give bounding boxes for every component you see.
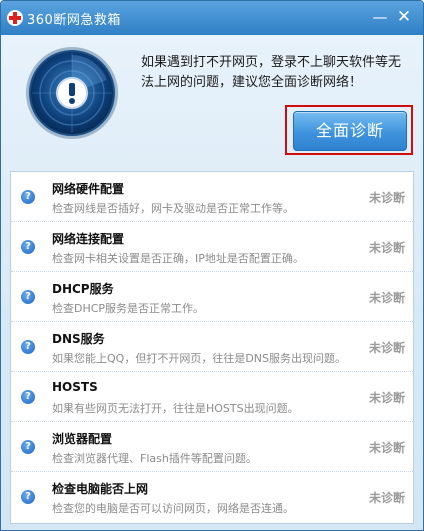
item-title: DNS服务 <box>52 332 105 346</box>
item-title: 网络连接配置 <box>52 232 125 246</box>
item-description: 检查浏览器代理、Flash插件等配置问题。 <box>52 452 257 465</box>
question-mark-icon: ? <box>21 440 35 454</box>
item-description: 如果有些网页无法打开，往往是HOSTS出现问题。 <box>52 402 299 415</box>
item-description: 如果您能上QQ，但打不开网页，往往是DNS服务出现问题。 <box>52 352 346 365</box>
app-window: 360断网急救箱 — ✕ 如果遇到打不开网页，登录不上聊天软件等无法上网的问题，… <box>0 0 424 531</box>
title-bar[interactable]: 360断网急救箱 — ✕ <box>1 1 423 35</box>
window-title: 360断网急救箱 <box>27 12 121 28</box>
list-item[interactable]: ? 浏览器配置 检查浏览器代理、Flash插件等配置问题。 未诊断 <box>11 422 413 472</box>
item-status: 未诊断 <box>368 341 405 355</box>
item-status: 未诊断 <box>368 391 405 405</box>
item-title: 网络硬件配置 <box>52 182 125 196</box>
question-mark-icon: ? <box>21 340 35 354</box>
red-cross-icon <box>7 10 23 26</box>
minimize-button[interactable]: — <box>371 8 389 26</box>
list-item[interactable]: ? DNS服务 如果您能上QQ，但打不开网页，往往是DNS服务出现问题。 未诊断 <box>11 322 413 372</box>
question-mark-icon: ? <box>21 490 35 504</box>
item-description: 检查网卡相关设置是否正确，IP地址是否配置正确。 <box>52 252 304 265</box>
item-status: 未诊断 <box>368 491 405 505</box>
full-diagnosis-button[interactable]: 全面诊断 <box>293 111 407 151</box>
item-title: 检查电脑能否上网 <box>52 482 149 496</box>
diagnosis-prompt: 如果遇到打不开网页，登录不上聊天软件等无法上网的问题，建议您全面诊断网络！ <box>141 55 402 90</box>
list-item[interactable]: ? 网络硬件配置 检查网线是否插好，网卡及驱动是否正常工作等。 未诊断 <box>11 172 413 222</box>
item-title: 浏览器配置 <box>52 432 113 446</box>
list-item[interactable]: ? HOSTS 如果有些网页无法打开，往往是HOSTS出现问题。 未诊断 <box>11 372 413 422</box>
item-status: 未诊断 <box>368 291 405 305</box>
question-mark-icon: ? <box>21 290 35 304</box>
question-mark-icon: ? <box>21 390 35 404</box>
item-description: 检查您的电脑是否可以访问网页，网络是否连通。 <box>52 502 294 515</box>
question-mark-icon: ? <box>21 240 35 254</box>
question-mark-icon: ? <box>21 190 35 204</box>
radar-alert-icon <box>26 47 118 139</box>
item-status: 未诊断 <box>368 191 405 205</box>
item-description: 检查DHCP服务是否正常工作。 <box>52 302 205 315</box>
list-item[interactable]: ? 检查电脑能否上网 检查您的电脑是否可以访问网页，网络是否连通。 未诊断 <box>11 472 413 522</box>
item-description: 检查网线是否插好，网卡及驱动是否正常工作等。 <box>52 202 294 215</box>
item-status: 未诊断 <box>368 441 405 455</box>
close-button[interactable]: ✕ <box>395 8 413 26</box>
item-title: DHCP服务 <box>52 282 114 296</box>
list-item[interactable]: ? DHCP服务 检查DHCP服务是否正常工作。 未诊断 <box>11 272 413 322</box>
item-status: 未诊断 <box>368 241 405 255</box>
list-item[interactable]: ? 网络连接配置 检查网卡相关设置是否正确，IP地址是否配置正确。 未诊断 <box>11 222 413 272</box>
diagnosis-list: ? 网络硬件配置 检查网线是否插好，网卡及驱动是否正常工作等。 未诊断 ? 网络… <box>10 171 414 524</box>
item-title: HOSTS <box>52 380 98 394</box>
